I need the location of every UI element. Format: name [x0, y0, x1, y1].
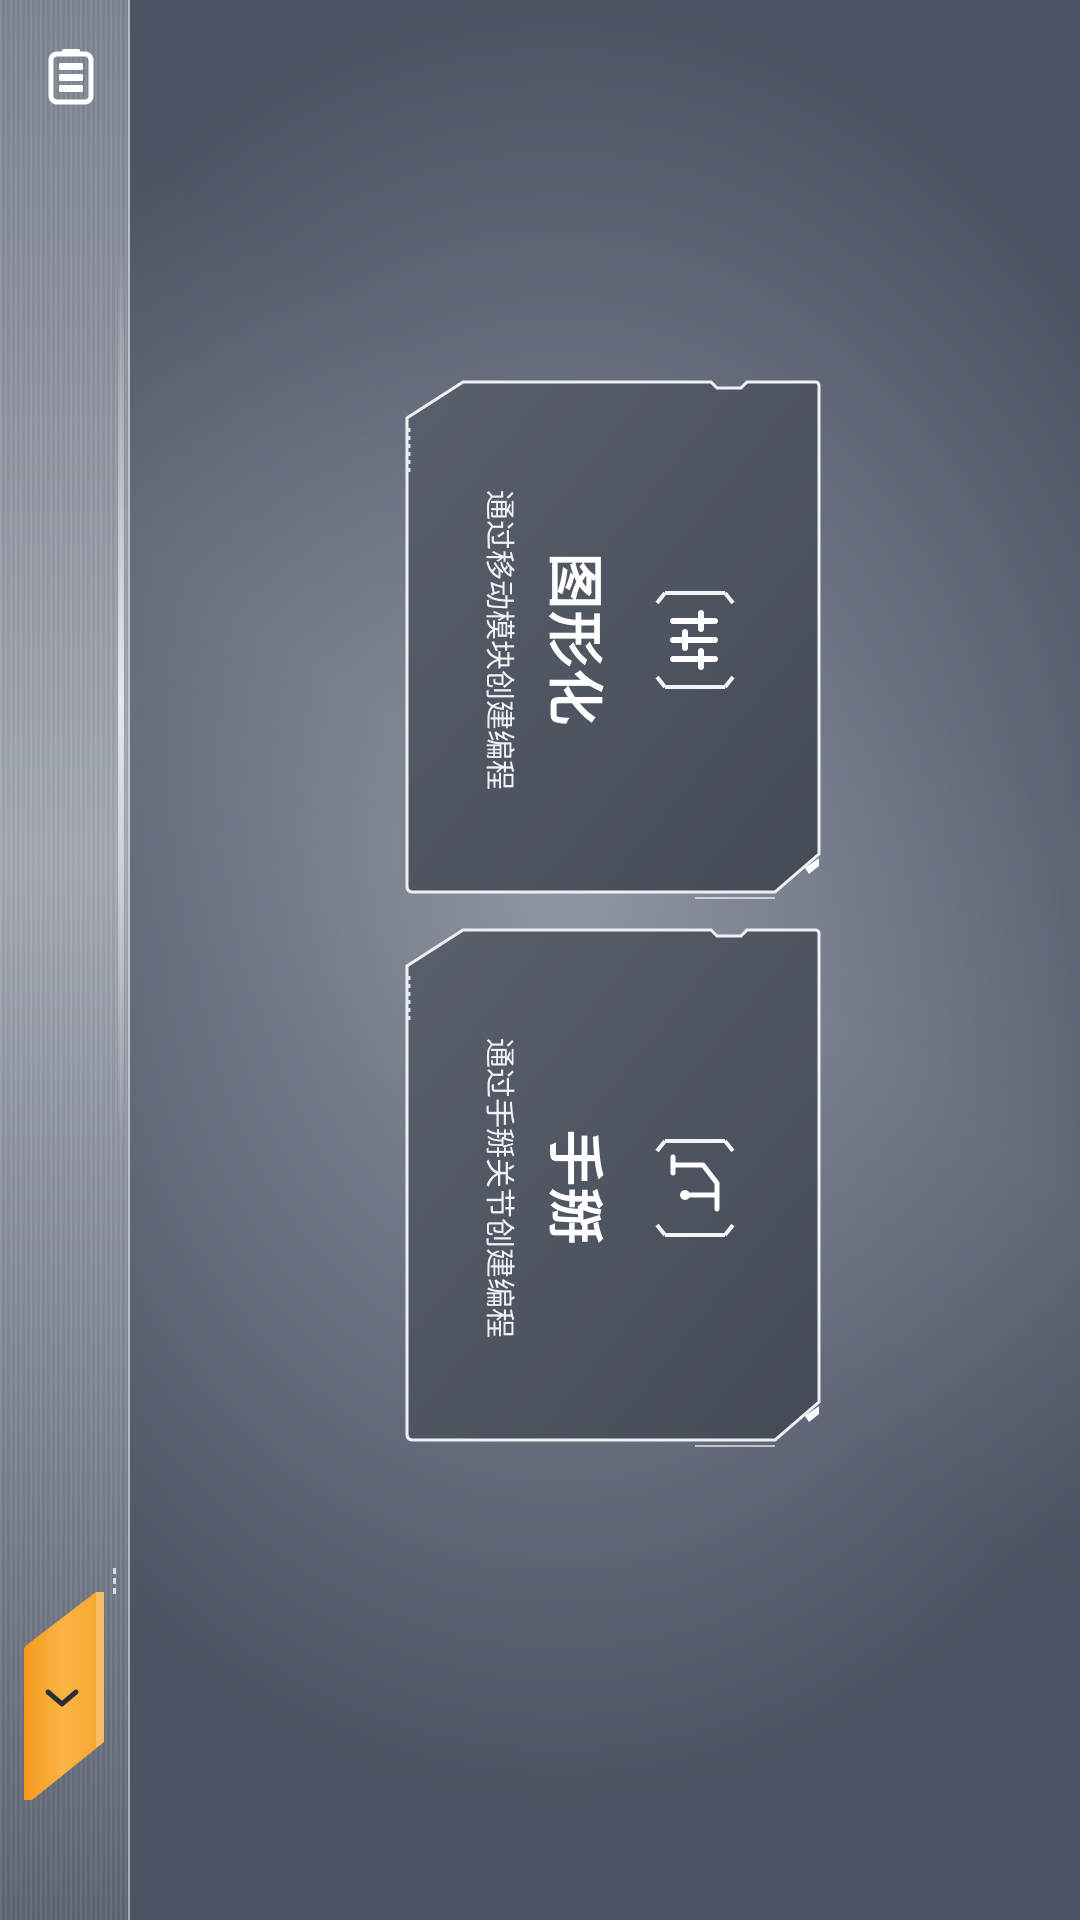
battery-icon[interactable] [48, 48, 94, 108]
card-subtitle: 通过手掰关节创建编程 [481, 1038, 517, 1338]
card-title: 图形化 [541, 553, 607, 727]
card-title: 手掰 [541, 1130, 607, 1246]
card-hand-teach[interactable]: 手掰 通过手掰关节创建编程 [405, 928, 821, 1448]
sliders-icon [655, 591, 736, 689]
robot-arm-icon [655, 1139, 736, 1237]
card-graphic[interactable]: 图形化 通过移动模块创建编程 [405, 380, 821, 900]
decorative-ticks [113, 1568, 116, 1594]
collapse-button[interactable] [24, 1568, 116, 1800]
chevron-down-icon [45, 1689, 79, 1707]
side-bar [0, 0, 130, 1920]
app-screen: 图形化 通过移动模块创建编程 手掰 通过手掰关节创建编程 [0, 0, 1080, 1920]
side-bar-glow [118, 250, 124, 1150]
card-subtitle: 通过移动模块创建编程 [481, 490, 517, 790]
